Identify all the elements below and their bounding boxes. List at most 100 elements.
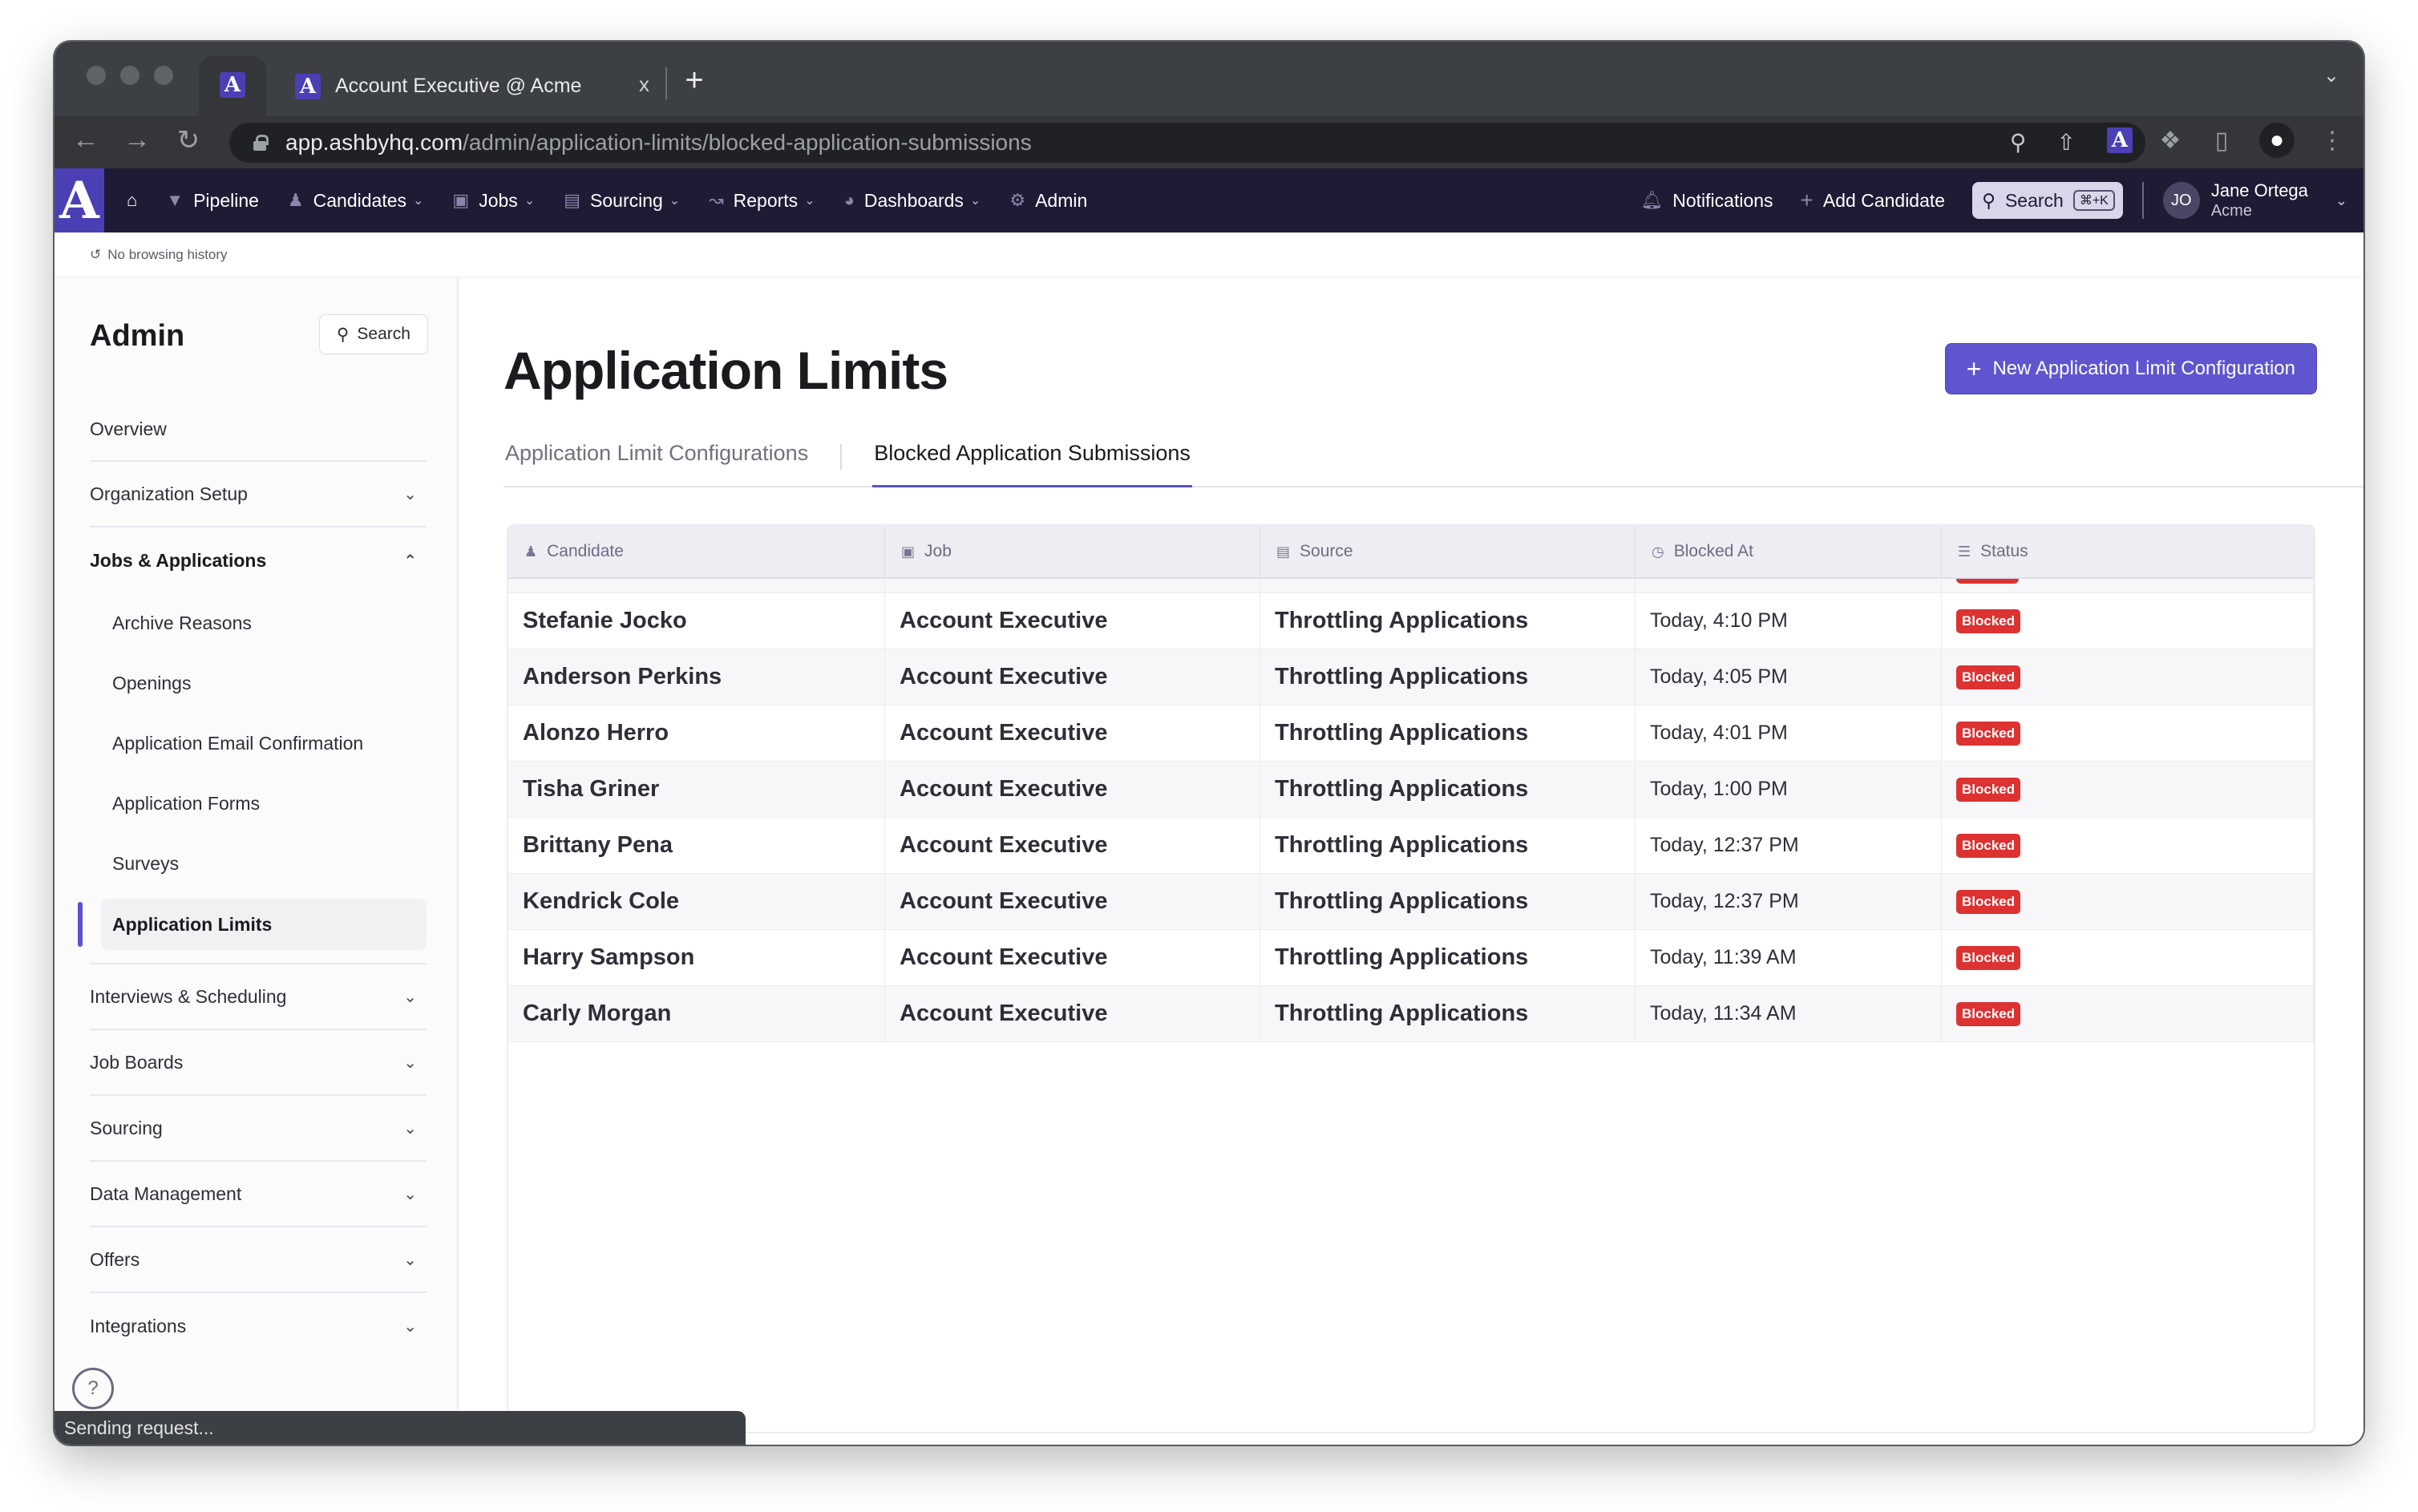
address-bar[interactable]: app.ashbyhq.com/admin/application-limits… <box>229 123 2145 163</box>
back-arrow-icon[interactable]: ← <box>66 124 106 156</box>
extensions-puzzle-icon[interactable]: ❖ <box>2157 127 2184 154</box>
share-icon[interactable]: ⇧ <box>2056 129 2075 156</box>
candidate-cell[interactable]: Alonzo Herro <box>508 705 885 761</box>
home-nav[interactable]: ⌂ <box>127 190 137 211</box>
sidebar-item-surveys[interactable]: Surveys <box>90 834 427 894</box>
column-header-job[interactable]: ▣ Job <box>885 526 1260 577</box>
table-row[interactable]: Carly Morgan Account Executive Throttling … <box>508 986 2314 1042</box>
sidebar-item-job-boards[interactable]: Job Boards ⌄ <box>90 1030 427 1096</box>
side-panel-icon[interactable]: ▯ <box>2208 127 2235 154</box>
tab-close-icon[interactable]: x <box>639 72 649 97</box>
sidebar-item-application-limits[interactable]: Application Limits <box>78 899 427 950</box>
sidebar-item-application-forms[interactable]: Application Forms <box>90 774 427 834</box>
browser-menu-icon[interactable]: ⋮ <box>2319 127 2346 154</box>
nav-candidates[interactable]: ♟ Candidates ⌄ <box>288 190 424 212</box>
job-cell[interactable]: Account Executive <box>885 762 1260 817</box>
nav-dashboards[interactable]: ◕ Dashboards ⌄ <box>844 190 981 212</box>
search-label: Search <box>2004 189 2064 211</box>
nav-pipeline[interactable]: ▼ Pipeline <box>166 190 259 212</box>
plus-icon: + <box>1966 354 1982 383</box>
nav-label: Admin <box>1035 189 1088 211</box>
sidebar-item-integrations[interactable]: Integrations ⌄ <box>90 1293 427 1359</box>
reload-icon[interactable]: ↻ <box>168 124 208 156</box>
browser-tab-bar: A A Account Executive @ Acme x + ⌄ <box>55 42 2363 116</box>
sidebar-item-archive-reasons[interactable]: Archive Reasons <box>90 593 427 653</box>
table-row[interactable]: Harry Sampson Account Executive Throttling… <box>508 930 2314 986</box>
sidebar-item-openings[interactable]: Openings <box>90 653 427 714</box>
candidate-cell[interactable]: Kendrick Cole <box>508 874 885 929</box>
sidebar-title: Admin <box>90 319 185 353</box>
zoom-icon[interactable]: ⚲ <box>2010 129 2027 156</box>
global-search-button[interactable]: ⚲ Search ⌘+K <box>1972 182 2123 219</box>
job-cell[interactable]: Account Executive <box>885 649 1260 705</box>
sidebar-item-offers[interactable]: Offers ⌄ <box>90 1227 427 1293</box>
job-cell[interactable]: Account Executive <box>885 705 1260 761</box>
sidebar-item-label: Sourcing <box>90 1117 163 1138</box>
sidebar-search-button[interactable]: ⚲ Search <box>319 314 428 354</box>
sidebar-item-sourcing[interactable]: Sourcing ⌄ <box>90 1096 427 1162</box>
candidate-cell[interactable]: Stefanie Jocko <box>508 593 885 649</box>
pinned-tab[interactable]: A <box>199 56 266 116</box>
chart-icon: ↝ <box>709 190 724 210</box>
minimize-window-button[interactable] <box>120 66 140 85</box>
job-cell[interactable]: Account Executive <box>885 930 1260 985</box>
table-row[interactable]: Stefanie Jocko Account Executive Throttlin… <box>508 593 2314 649</box>
sidebar-item-interviews-scheduling[interactable]: Interviews & Scheduling ⌄ <box>90 964 427 1030</box>
user-menu[interactable]: JO Jane Ortega Acme ⌄ <box>2162 180 2347 220</box>
table-row[interactable]: Brittany Pena Account Executive Throttling… <box>508 818 2314 874</box>
close-window-button[interactable] <box>87 66 106 85</box>
sidebar-item-label: Offers <box>90 1248 140 1270</box>
job-cell[interactable]: Account Executive <box>885 593 1260 649</box>
candidate-cell[interactable]: Anderson Perkins <box>508 649 885 705</box>
sidebar-item-label: Integrations <box>90 1315 187 1336</box>
sidebar-item-data-management[interactable]: Data Management ⌄ <box>90 1162 427 1227</box>
table-row[interactable]: Alonzo Herro Account Executive Throttling … <box>508 705 2314 762</box>
column-header-source[interactable]: ▤ Source <box>1260 526 1636 577</box>
column-header-blocked-at[interactable]: ◷ Blocked At <box>1636 526 1942 577</box>
new-application-limit-button[interactable]: + New Application Limit Configuration <box>1944 343 2317 394</box>
window-controls <box>87 66 173 85</box>
candidate-cell[interactable]: Harry Sampson <box>508 930 885 985</box>
source-cell: Throttling Applications <box>1260 930 1636 985</box>
profile-avatar-icon[interactable]: ● <box>2259 123 2295 158</box>
blocked-at-cell: Today, 1:00 PM <box>1636 762 1942 817</box>
tab-search-chevron-icon[interactable]: ⌄ <box>2323 64 2339 87</box>
browser-tab-active[interactable]: A Account Executive @ Acme x <box>284 56 661 116</box>
nav-label: Notifications <box>1672 189 1773 211</box>
nav-reports[interactable]: ↝ Reports ⌄ <box>709 190 815 212</box>
help-icon[interactable]: ? <box>72 1368 114 1409</box>
table-row[interactable]: Anderson Perkins Account Executive Throttl… <box>508 649 2314 705</box>
tab-application-limit-configurations[interactable]: Application Limit Configurations <box>503 438 810 487</box>
notifications-button[interactable]: 🔔︎ Notifications <box>1640 190 1773 212</box>
forward-arrow-icon[interactable]: → <box>117 124 157 156</box>
column-header-candidate[interactable]: ♟ Candidate <box>508 526 885 577</box>
tab-blocked-application-submissions[interactable]: Blocked Application Submissions <box>872 438 1192 487</box>
candidate-cell[interactable]: Brittany Pena <box>508 818 885 873</box>
sidebar-submenu: Archive Reasons Openings Application Ema… <box>78 593 427 964</box>
job-cell[interactable]: Account Executive <box>885 986 1260 1041</box>
candidate-cell[interactable]: Tisha Griner <box>508 762 885 817</box>
nav-sourcing[interactable]: ▤ Sourcing ⌄ <box>564 190 680 212</box>
sidebar-item-organization-setup[interactable]: Organization Setup ⌄ <box>90 462 427 528</box>
job-cell[interactable]: Account Executive <box>885 874 1260 929</box>
table-header: ♟ Candidate ▣ Job ▤ Source ◷ Blocked At ☰ Sta… <box>508 526 2314 579</box>
candidate-cell[interactable]: Carly Morgan <box>508 986 885 1041</box>
history-icon: ↺ <box>90 246 102 262</box>
sidebar-item-overview[interactable]: Overview <box>90 398 427 462</box>
ashby-logo[interactable]: A <box>55 168 104 232</box>
sidebar-item-jobs-applications[interactable]: Jobs & Applications ⌃ <box>90 528 427 593</box>
ashby-extension-icon[interactable]: A <box>2107 127 2133 153</box>
new-tab-button[interactable]: + <box>670 56 718 104</box>
table-row[interactable]: Tisha Griner Account Executive Throttling … <box>508 762 2314 818</box>
search-icon: ⚲ <box>1982 189 1995 211</box>
column-header-status[interactable]: ☰ Status <box>1942 526 2314 577</box>
sourcing-icon: ▤ <box>564 190 581 210</box>
add-candidate-button[interactable]: + Add Candidate <box>1801 188 1946 213</box>
job-cell[interactable]: Account Executive <box>885 818 1260 873</box>
table-row[interactable]: Kendrick Cole Account Executive Throttling… <box>508 874 2314 930</box>
maximize-window-button[interactable] <box>154 66 173 85</box>
status-badge: Blocked <box>1956 721 2021 746</box>
nav-admin[interactable]: ⚙ Admin <box>1009 190 1087 212</box>
nav-jobs[interactable]: ▣ Jobs ⌄ <box>452 190 535 212</box>
sidebar-item-application-email-confirmation[interactable]: Application Email Confirmation <box>90 714 427 774</box>
